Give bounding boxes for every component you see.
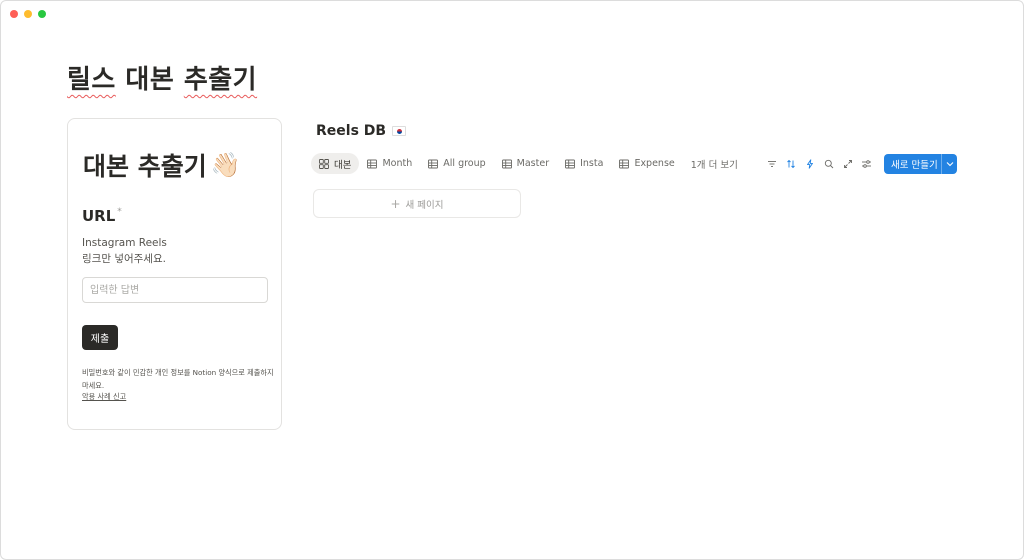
gallery-icon	[319, 158, 329, 169]
page-title: 릴스 대본 추출기	[67, 59, 257, 96]
search-icon[interactable]	[822, 158, 835, 171]
tab-master[interactable]: Master	[494, 153, 557, 174]
minimize-window-button[interactable]	[24, 10, 32, 18]
new-entry-button[interactable]: 새로 만들기	[884, 154, 957, 174]
tab-script-gallery[interactable]: 대본	[311, 153, 360, 174]
form-title: 대본 추출기 👋🏻	[83, 147, 241, 183]
tab-label: Expense	[634, 158, 675, 169]
database-title-text: Reels DB	[316, 123, 387, 139]
tab-month[interactable]: Month	[359, 153, 420, 174]
new-page-label: 새 페이지	[405, 199, 444, 211]
chevron-down-icon[interactable]	[942, 161, 957, 167]
url-field-description: Instagram Reels 링크만 넣어주세요.	[82, 235, 272, 267]
url-field-label: URL *	[82, 207, 122, 225]
new-page-button[interactable]: + 새 페이지	[313, 189, 521, 218]
description-line-2: 링크만 넣어주세요.	[82, 253, 166, 265]
tab-insta[interactable]: Insta	[557, 153, 611, 174]
form-title-text: 대본 추출기	[83, 152, 207, 181]
database-title[interactable]: Reels DB	[316, 123, 407, 139]
table-icon	[367, 159, 378, 168]
form-card: 대본 추출기 👋🏻 URL * Instagram Reels 링크만 넣어주세요…	[67, 118, 282, 430]
filter-icon[interactable]	[765, 158, 778, 171]
sort-icon[interactable]	[784, 158, 797, 171]
tab-label: Master	[516, 158, 550, 169]
database-toolbar	[765, 154, 873, 174]
url-input[interactable]	[82, 277, 268, 303]
view-tabs: 대본 Month All group Master Insta Expense …	[311, 153, 744, 174]
settings-icon[interactable]	[860, 158, 873, 171]
close-window-button[interactable]	[10, 10, 18, 18]
tab-label: 대본	[334, 159, 352, 171]
automation-icon[interactable]	[803, 158, 816, 171]
waving-hand-icon: 👋🏻	[210, 151, 241, 179]
required-mark: *	[117, 207, 122, 217]
table-icon	[428, 159, 439, 168]
page-title-word-1: 릴스	[67, 65, 116, 95]
zoom-window-button[interactable]	[38, 10, 46, 18]
url-label-text: URL	[82, 207, 116, 225]
privacy-notice: 비밀번호와 같이 민감한 개인 정보를 Notion 양식으로 제출하지 마세요…	[82, 368, 274, 390]
page-title-word-3: 추출기	[183, 65, 258, 95]
submit-button[interactable]: 제출	[82, 325, 118, 350]
table-icon	[565, 159, 576, 168]
tab-label: Month	[382, 158, 413, 169]
table-icon	[501, 159, 512, 168]
tab-expense[interactable]: Expense	[611, 153, 682, 174]
tab-label: Insta	[580, 158, 604, 169]
app-window: 릴스 대본 추출기 대본 추출기 👋🏻 URL * Instagram Reels…	[0, 0, 1024, 560]
south-korea-flag-icon	[392, 126, 407, 136]
expand-icon[interactable]	[841, 158, 854, 171]
page-title-word-2: 대본	[125, 65, 175, 95]
table-icon	[619, 159, 630, 168]
report-abuse-link[interactable]: 악용 사례 신고	[82, 392, 126, 402]
window-controls	[10, 10, 46, 18]
new-entry-label: 새로 만들기	[891, 160, 938, 171]
plus-icon: +	[390, 196, 401, 211]
tab-all-group[interactable]: All group	[420, 153, 493, 174]
more-views-button[interactable]: 1개 더 보기	[683, 157, 744, 171]
tab-label: All group	[443, 158, 486, 169]
description-line-1: Instagram Reels	[82, 237, 167, 249]
